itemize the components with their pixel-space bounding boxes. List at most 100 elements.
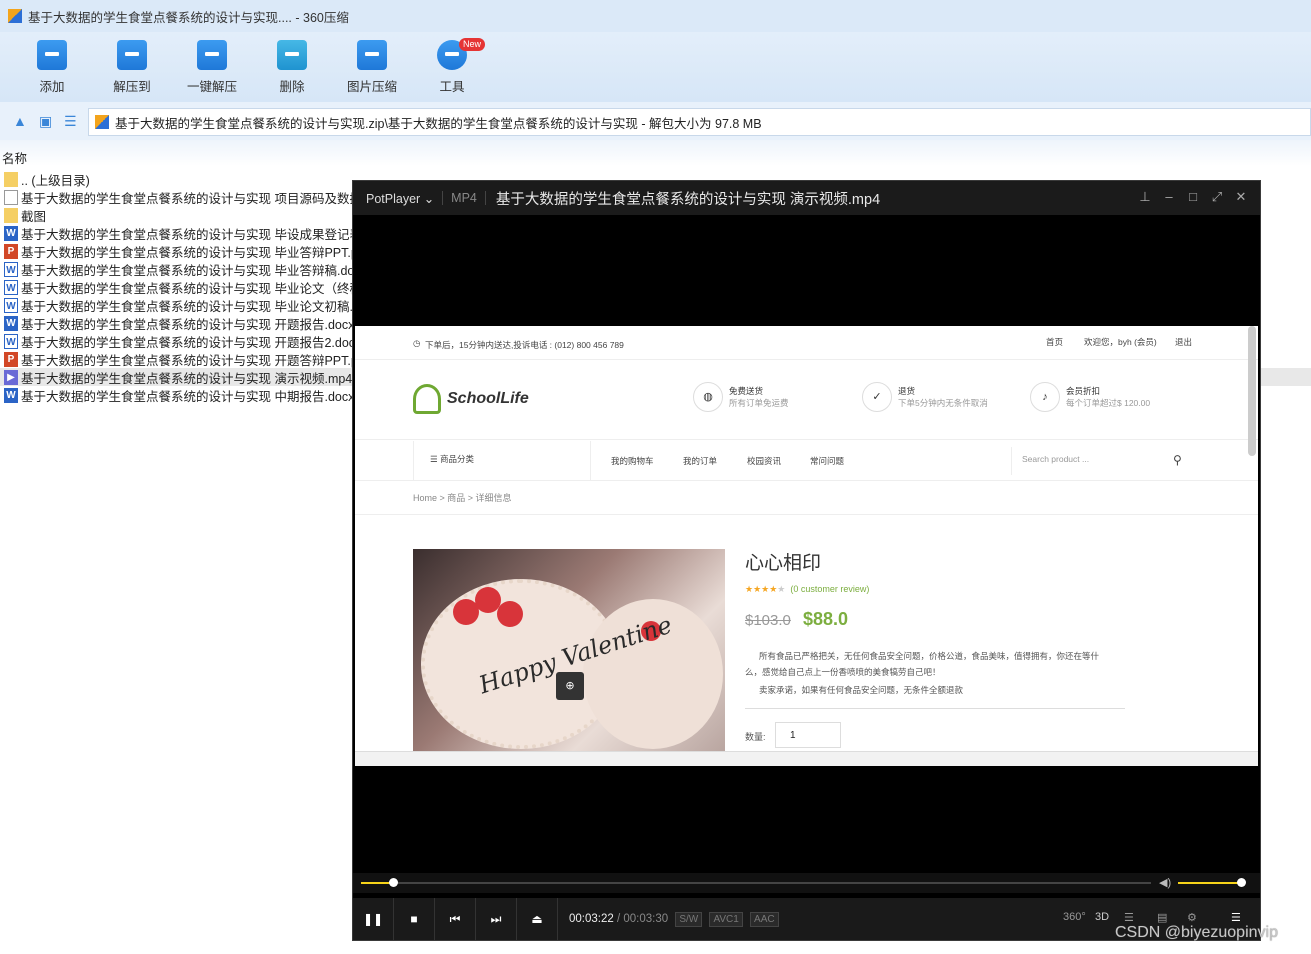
file-name: 基于大数据的学生食堂点餐系统的设计与实现 毕设成果登记表.	[21, 227, 360, 242]
previous-icon: ⏮	[449, 912, 461, 926]
globe-icon: ◍	[693, 382, 723, 412]
list-item[interactable]: W 基于大数据的学生食堂点餐系统的设计与实现 毕业论文（终稿）	[0, 278, 360, 296]
nav-news: 校园资讯	[747, 456, 782, 466]
nav-cart: 我的购物车	[611, 456, 654, 466]
brand-name: SchoolLife	[447, 390, 529, 407]
name-column-header[interactable]: 名称	[0, 140, 1311, 166]
volume-knob[interactable]	[1237, 878, 1246, 887]
list-view-icon[interactable]: ☰	[64, 114, 78, 128]
clock-icon: ◷	[413, 338, 421, 348]
tools-button[interactable]: New 工具	[417, 38, 487, 95]
address-field[interactable]: 基于大数据的学生食堂点餐系统的设计与实现.zip\基于大数据的学生食堂点餐系统的…	[88, 108, 1311, 136]
3d-button[interactable]: 3D	[1095, 911, 1109, 923]
main-menu-icon[interactable]: ☰	[1231, 911, 1241, 924]
seek-knob[interactable]	[389, 878, 398, 887]
video-codec-tag[interactable]: AVC1	[709, 912, 743, 927]
description-line-2: 卖家承诺，如果有任何食品安全问题，无条件全额退款	[759, 685, 964, 695]
file-name: .. (上级目录)	[21, 173, 90, 188]
potplayer-window: PotPlayer ⌄ MP4 基于大数据的学生食堂点餐系统的设计与实现 演示视…	[352, 180, 1261, 941]
ppt-icon: P	[4, 243, 18, 259]
seek-bar-area: ◀)	[353, 873, 1260, 893]
extract-to-button[interactable]: 解压到	[97, 40, 167, 95]
file-name: 基于大数据的学生食堂点餐系统的设计与实现 开题答辩PPT.ppt	[21, 353, 360, 368]
rose-decoration	[497, 601, 523, 627]
list-item[interactable]: W 基于大数据的学生食堂点餐系统的设计与实现 开题报告.docx	[0, 314, 360, 332]
home-link: 首页	[1046, 337, 1064, 347]
trash-icon	[277, 40, 307, 70]
list-item[interactable]: P 基于大数据的学生食堂点餐系统的设计与实现 毕业答辩PPT.ppt	[0, 242, 360, 260]
file-icon	[4, 189, 18, 205]
minimize-icon[interactable]: –	[1159, 189, 1179, 204]
list-item-parent-dir[interactable]: .. (上级目录)	[0, 170, 360, 188]
folder-icon	[4, 171, 18, 187]
search-placeholder: Search product ...	[1022, 454, 1090, 464]
up-arrow-icon[interactable]: ▲	[13, 114, 27, 128]
browser-status-bar	[355, 751, 1258, 766]
image-compress-label: 图片压缩	[346, 80, 397, 94]
video-frame[interactable]: ◷ 下单后，15分钟内送达,投诉电话 : (012) 800 456 789 首…	[355, 326, 1258, 766]
delete-label: 删除	[279, 80, 305, 94]
pin-icon[interactable]: ⊥	[1135, 189, 1155, 205]
decoder-tag[interactable]: S/W	[675, 912, 703, 927]
list-item[interactable]: W 基于大数据的学生食堂点餐系统的设计与实现 毕业答辩稿.doc	[0, 260, 360, 278]
file-name: 基于大数据的学生食堂点餐系统的设计与实现 中期报告.docx	[21, 389, 355, 404]
stop-button[interactable]: ■	[394, 898, 435, 940]
add-folder-icon	[37, 40, 67, 70]
previous-button[interactable]: ⏮	[435, 898, 476, 940]
settings-gear-icon[interactable]: ⚙	[1187, 911, 1197, 924]
csdn-watermark: CSDN @biyezuopinvip	[1115, 924, 1278, 941]
file-name: 基于大数据的学生食堂点餐系统的设计与实现 演示视频.mp4	[21, 371, 353, 386]
feature-returns: ✓ 退货 下单5分钟内无条件取消	[862, 382, 988, 412]
close-icon[interactable]: ✕	[1231, 189, 1251, 205]
zoom-icon: ⊕	[556, 672, 584, 700]
address-bar-area: ▲ ▣ ☰ 基于大数据的学生食堂点餐系统的设计与实现.zip\基于大数据的学生食…	[0, 102, 1311, 140]
list-item[interactable]: 截图	[0, 206, 360, 224]
potplayer-menu-button[interactable]: PotPlayer ⌄	[353, 191, 442, 206]
check-circle-icon: ✓	[862, 382, 892, 412]
pause-button[interactable]: ❚❚	[353, 898, 394, 940]
folder-icon	[4, 207, 18, 223]
maximize-icon[interactable]: □	[1183, 189, 1203, 204]
image-compress-icon	[357, 40, 387, 70]
add-button[interactable]: 添加	[17, 40, 87, 95]
next-button[interactable]: ⏭	[476, 898, 517, 940]
volume-slider[interactable]	[1178, 882, 1242, 884]
delete-button[interactable]: 删除	[257, 40, 327, 95]
ppt-icon: P	[4, 351, 18, 367]
list-item[interactable]: W 基于大数据的学生食堂点餐系统的设计与实现 开题报告2.doc	[0, 332, 360, 350]
vr-360-button[interactable]: 360°	[1063, 911, 1086, 923]
list-item[interactable]: W 基于大数据的学生食堂点餐系统的设计与实现 毕业论文初稿.do	[0, 296, 360, 314]
audio-codec-tag[interactable]: AAC	[750, 912, 779, 927]
thumbnail-view-icon[interactable]: ▣	[39, 114, 53, 128]
word-doc-icon: W	[4, 261, 18, 277]
search-icon: ⚲	[1173, 453, 1182, 467]
word-doc-icon: W	[4, 315, 18, 331]
zip-toolbar: 添加 解压到 一键解压 删除 图片压缩 New 工具	[0, 32, 1311, 102]
pause-icon: ❚❚	[362, 912, 384, 926]
eject-button[interactable]: ⏏	[517, 898, 558, 940]
fullscreen-icon[interactable]: ⤢	[1207, 189, 1227, 205]
list-item[interactable]: W 基于大数据的学生食堂点餐系统的设计与实现 中期报告.docx	[0, 386, 360, 404]
rating-stars: ★★★★★ (0 customer review)	[745, 584, 870, 594]
file-name: 截图	[21, 209, 47, 224]
playlist-icon[interactable]: ▤	[1157, 911, 1167, 924]
feature-free-shipping: ◍ 免费送货 所有订单免运费	[693, 382, 789, 412]
list-item[interactable]: P 基于大数据的学生食堂点餐系统的设计与实现 开题答辩PPT.ppt	[0, 350, 360, 368]
quantity-stepper: 1	[775, 722, 841, 748]
add-label: 添加	[39, 80, 65, 94]
list-item[interactable]: 基于大数据的学生食堂点餐系统的设计与实现 项目源码及数据库	[0, 188, 360, 206]
old-price: $103.0	[745, 612, 791, 629]
breadcrumb: Home > 商品 > 详细信息	[413, 493, 512, 503]
image-compress-button[interactable]: 图片压缩	[337, 40, 407, 95]
zip-file-icon	[95, 115, 109, 129]
time-separator: /	[616, 913, 621, 925]
seek-track[interactable]	[361, 882, 1151, 884]
subtitle-search-icon[interactable]: ☰	[1124, 911, 1134, 924]
review-count: (0 customer review)	[790, 584, 870, 594]
one-click-extract-button[interactable]: 一键解压	[177, 40, 247, 95]
speaker-icon[interactable]: ◀)	[1159, 876, 1171, 889]
list-item-selected[interactable]: ▶ 基于大数据的学生食堂点餐系统的设计与实现 演示视频.mp4	[0, 368, 360, 386]
list-item[interactable]: W 基于大数据的学生食堂点餐系统的设计与实现 毕设成果登记表.	[0, 224, 360, 242]
zip-window-title: 基于大数据的学生食堂点餐系统的设计与实现.... - 360压缩	[28, 10, 349, 25]
new-price: $88.0	[803, 609, 849, 629]
